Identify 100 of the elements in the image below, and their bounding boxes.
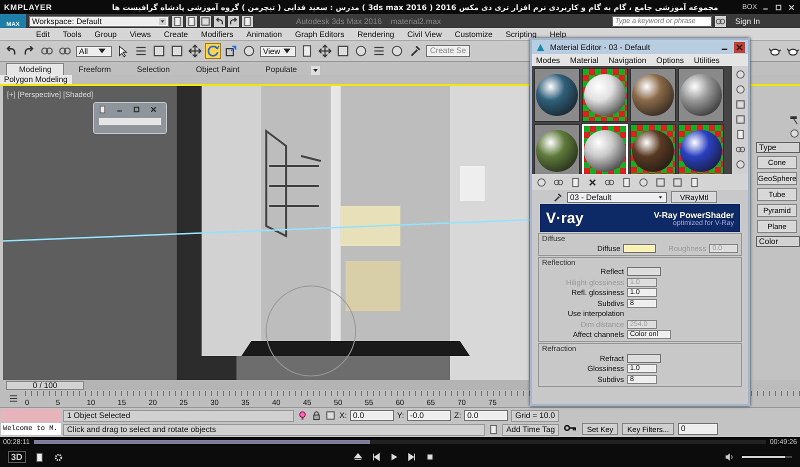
- workspace-dropdown[interactable]: Workspace: Default: [29, 16, 169, 26]
- material-slot[interactable]: [630, 124, 676, 174]
- menu-item[interactable]: Create: [164, 30, 188, 38]
- lock-icon[interactable]: [311, 410, 322, 421]
- ribbon-tab[interactable]: Selection: [124, 64, 182, 75]
- close-icon[interactable]: [149, 105, 158, 114]
- undo-icon[interactable]: [214, 16, 225, 26]
- sphere-icon[interactable]: [536, 176, 547, 188]
- menu-item[interactable]: Edit: [36, 30, 50, 38]
- document-icon[interactable]: [34, 452, 45, 462]
- script-listener-field[interactable]: [1, 409, 61, 422]
- square-icon[interactable]: [152, 44, 166, 58]
- list-icon[interactable]: [372, 44, 386, 58]
- menu-item[interactable]: Help: [550, 30, 566, 38]
- menu-item[interactable]: Views: [130, 30, 151, 38]
- menu-item[interactable]: Navigation: [608, 56, 646, 64]
- sphere-icon[interactable]: [638, 176, 649, 188]
- square-icon[interactable]: [200, 16, 211, 26]
- coordinate-field[interactable]: 0.0: [350, 410, 394, 421]
- square-icon[interactable]: [734, 99, 746, 110]
- window-icon[interactable]: [98, 105, 107, 114]
- menu-item[interactable]: Options: [656, 56, 684, 64]
- sphere-icon[interactable]: [789, 128, 800, 139]
- rotate-gizmo[interactable]: [266, 286, 356, 376]
- ribbon-panel-tab[interactable]: Polygon Modeling: [0, 75, 72, 84]
- menu-item[interactable]: Animation: [246, 30, 282, 38]
- move-icon[interactable]: [318, 44, 332, 58]
- reference-coordinate-dropdown[interactable]: View: [260, 46, 296, 56]
- skip-back-icon[interactable]: [370, 452, 381, 462]
- sphere-icon[interactable]: [390, 44, 404, 58]
- square-icon[interactable]: [170, 44, 184, 58]
- link-icon[interactable]: [734, 144, 746, 155]
- menu-item[interactable]: Modes: [536, 56, 560, 64]
- menu-item[interactable]: Scripting: [506, 30, 537, 38]
- sign-in-link[interactable]: Sign In: [735, 16, 760, 26]
- stop-icon[interactable]: [424, 452, 435, 462]
- menu-item[interactable]: Rendering: [357, 30, 394, 38]
- menu-item[interactable]: Utilities: [694, 56, 720, 64]
- square-icon[interactable]: [325, 410, 336, 421]
- menu-item[interactable]: Civil View: [407, 30, 442, 38]
- menu-item[interactable]: Group: [94, 30, 117, 38]
- square-icon[interactable]: [672, 176, 683, 188]
- scale-icon[interactable]: [224, 44, 238, 58]
- menu-item[interactable]: Graph Editors: [294, 30, 344, 38]
- document-icon[interactable]: [172, 16, 183, 26]
- material-slot[interactable]: [630, 68, 676, 122]
- binoculars-icon[interactable]: [715, 16, 726, 26]
- document-icon[interactable]: [689, 176, 700, 188]
- square-icon[interactable]: [336, 44, 350, 58]
- menu-item[interactable]: Tools: [62, 30, 82, 38]
- scroll-bar[interactable]: [98, 117, 162, 126]
- select-cursor-icon[interactable]: [116, 44, 130, 58]
- menu-item[interactable]: Material: [570, 56, 598, 64]
- selection-filter-dropdown[interactable]: All: [76, 46, 112, 56]
- time-slider-thumb[interactable]: 0 / 100: [6, 380, 84, 390]
- delete-icon[interactable]: [587, 176, 598, 188]
- ribbon-tab[interactable]: Freeform: [66, 64, 123, 75]
- document-icon[interactable]: [186, 16, 197, 26]
- sphere-icon[interactable]: [734, 84, 746, 95]
- material-slot[interactable]: [534, 68, 580, 122]
- dropdown-icon[interactable]: [311, 66, 320, 75]
- redo-icon[interactable]: [228, 16, 239, 26]
- menu-item[interactable]: Customize: [454, 30, 493, 38]
- sphere-icon[interactable]: [242, 44, 256, 58]
- volume-icon[interactable]: [724, 452, 734, 462]
- close-icon[interactable]: [734, 42, 745, 52]
- menu-item[interactable]: Modifiers: [200, 30, 234, 38]
- bulb-icon[interactable]: [297, 410, 308, 421]
- skip-forward-icon[interactable]: [406, 452, 417, 462]
- eject-icon[interactable]: [352, 452, 363, 462]
- add-time-tag-button[interactable]: Add Time Tag: [502, 424, 559, 436]
- settings-icon[interactable]: [52, 452, 64, 462]
- seek-bar[interactable]: [34, 440, 766, 444]
- maximize-icon[interactable]: [132, 105, 141, 114]
- caret-icon[interactable]: [159, 18, 166, 24]
- material-slot[interactable]: [678, 68, 724, 122]
- list-icon[interactable]: [134, 44, 148, 58]
- ribbon-tab[interactable]: Object Paint: [184, 64, 252, 75]
- coordinate-field[interactable]: -0.0: [407, 410, 452, 421]
- color-swatch[interactable]: [627, 267, 661, 276]
- move-icon[interactable]: [188, 44, 202, 58]
- play-icon[interactable]: [388, 452, 399, 462]
- sphere-icon[interactable]: [734, 159, 746, 170]
- rotate-icon[interactable]: [206, 44, 220, 58]
- hammer-icon[interactable]: [789, 114, 800, 125]
- material-name-dropdown[interactable]: 03 - Default: [567, 192, 667, 202]
- rollout-header[interactable]: Color: [756, 236, 800, 247]
- eyedropper-icon[interactable]: [552, 192, 563, 202]
- color-swatch[interactable]: [623, 244, 656, 253]
- ribbon-tab[interactable]: Modeling: [6, 63, 64, 75]
- frame-field[interactable]: 0: [678, 423, 718, 435]
- sphere-icon[interactable]: [354, 44, 368, 58]
- square-icon[interactable]: [734, 114, 746, 125]
- rollout-header[interactable]: Type: [756, 142, 800, 153]
- coordinate-field[interactable]: 0.0: [464, 410, 508, 421]
- material-slot[interactable]: [678, 124, 724, 174]
- document-icon[interactable]: [300, 44, 314, 58]
- document-icon[interactable]: [734, 129, 746, 140]
- sphere-icon[interactable]: [734, 69, 746, 80]
- document-icon[interactable]: [242, 16, 253, 26]
